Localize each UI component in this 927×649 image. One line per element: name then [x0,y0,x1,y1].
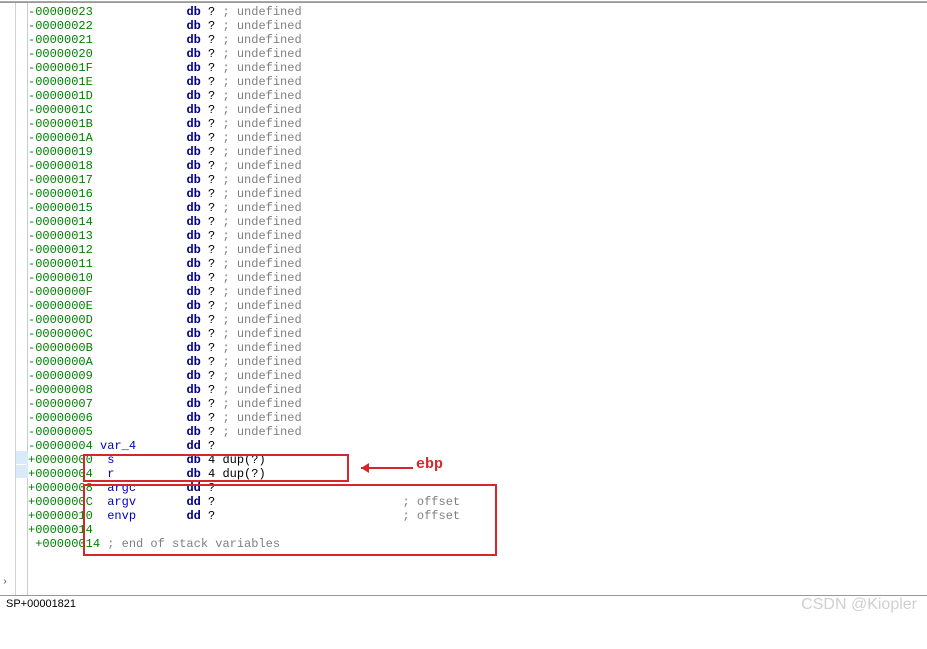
code-line[interactable]: -00000007 db ? ; undefined [28,397,927,411]
code-line[interactable]: -0000001B db ? ; undefined [28,117,927,131]
code-line[interactable]: +00000000 s db 4 dup(?) [28,453,927,467]
code-line[interactable]: -0000000E db ? ; undefined [28,299,927,313]
code-line[interactable]: -00000014 db ? ; undefined [28,215,927,229]
code-line[interactable]: +00000014 [28,523,927,537]
code-line[interactable]: +00000008 argc dd ? [28,481,927,495]
annotation-label: ebp [416,458,443,472]
code-line[interactable]: -00000015 db ? ; undefined [28,201,927,215]
code-line[interactable]: -00000018 db ? ; undefined [28,159,927,173]
code-line[interactable]: -00000005 db ? ; undefined [28,425,927,439]
code-line[interactable]: -0000000C db ? ; undefined [28,327,927,341]
code-line[interactable]: -00000017 db ? ; undefined [28,173,927,187]
code-line[interactable]: -0000001D db ? ; undefined [28,89,927,103]
disassembly-view[interactable]: -00000023 db ? ; undefined-00000022 db ?… [28,3,927,595]
code-line[interactable]: -00000010 db ? ; undefined [28,271,927,285]
code-line[interactable]: -00000019 db ? ; undefined [28,145,927,159]
watermark: CSDN @Kiopler [801,596,917,614]
code-gutter: › [0,3,16,595]
code-line[interactable]: -0000001C db ? ; undefined [28,103,927,117]
code-line[interactable]: -0000000D db ? ; undefined [28,313,927,327]
code-line[interactable]: -00000012 db ? ; undefined [28,243,927,257]
code-line[interactable]: +00000010 envp dd ? ; offset [28,509,927,523]
code-line[interactable]: -00000021 db ? ; undefined [28,33,927,47]
code-line[interactable]: +0000000C argv dd ? ; offset [28,495,927,509]
code-line[interactable]: -0000001A db ? ; undefined [28,131,927,145]
code-line[interactable]: -00000022 db ? ; undefined [28,19,927,33]
code-line[interactable]: -00000023 db ? ; undefined [28,5,927,19]
code-line[interactable]: -0000000B db ? ; undefined [28,341,927,355]
code-line[interactable]: -00000004 var_4 dd ? [28,439,927,453]
code-line[interactable]: +00000004 r db 4 dup(?) [28,467,927,481]
code-line[interactable]: -00000011 db ? ; undefined [28,257,927,271]
code-line[interactable]: -00000008 db ? ; undefined [28,383,927,397]
code-line[interactable]: -00000013 db ? ; undefined [28,229,927,243]
code-line[interactable]: -0000001E db ? ; undefined [28,75,927,89]
code-line[interactable]: -0000000A db ? ; undefined [28,355,927,369]
code-line[interactable]: -00000006 db ? ; undefined [28,411,927,425]
expand-handle-icon[interactable]: › [2,577,12,587]
code-line[interactable]: -0000001F db ? ; undefined [28,61,927,75]
code-line[interactable]: -00000020 db ? ; undefined [28,47,927,61]
code-line[interactable]: -0000000F db ? ; undefined [28,285,927,299]
code-line[interactable]: -00000009 db ? ; undefined [28,369,927,383]
overview-ruler [16,3,28,595]
code-line[interactable]: -00000016 db ? ; undefined [28,187,927,201]
code-line[interactable]: +00000014 ; end of stack variables [28,537,927,551]
